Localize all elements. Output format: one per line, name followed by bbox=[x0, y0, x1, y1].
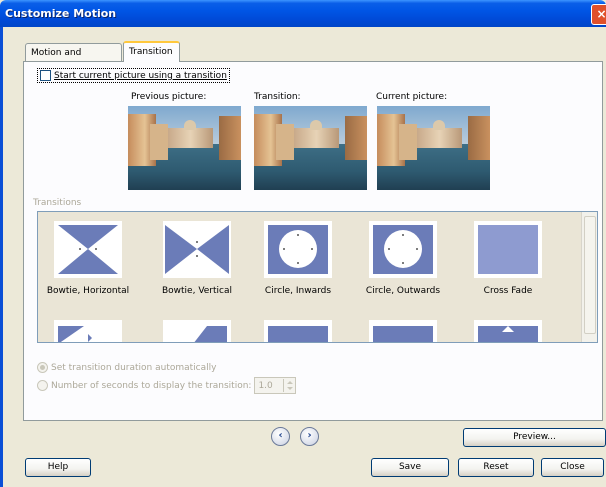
auto-duration-radio[interactable]: Set transition duration automatically bbox=[37, 362, 216, 373]
bowtie-horizontal-icon bbox=[58, 225, 118, 274]
transition-tile-bowtie-vertical[interactable] bbox=[163, 221, 231, 278]
transition-label-bowtie-vertical[interactable]: Bowtie, Vertical bbox=[150, 286, 244, 296]
previous-picture-image bbox=[128, 106, 241, 190]
save-button[interactable]: Save bbox=[371, 458, 449, 477]
tab-transition[interactable]: Transition bbox=[123, 41, 180, 62]
transition-label-circle-inwards[interactable]: Circle, Inwards bbox=[251, 286, 345, 296]
transition-label-cross-fade[interactable]: Cross Fade bbox=[461, 286, 555, 296]
transitions-gallery[interactable]: Bowtie, Horizontal Bowtie, Vertical Circ… bbox=[37, 211, 598, 343]
manual-duration-label: Number of seconds to display the transit… bbox=[51, 380, 252, 391]
transition-tile-row2-5[interactable] bbox=[474, 320, 542, 342]
radio-button[interactable] bbox=[37, 362, 48, 373]
close-button[interactable]: Close bbox=[541, 458, 604, 477]
stepper-arrows-icon[interactable] bbox=[283, 379, 295, 392]
current-picture-label: Current picture: bbox=[376, 92, 448, 102]
seconds-stepper[interactable]: 1.0 bbox=[254, 377, 297, 394]
close-icon[interactable]: × bbox=[591, 4, 606, 25]
tab-motion-and-duration[interactable]: Motion and Duration bbox=[25, 43, 122, 76]
transitions-section-label: Transitions bbox=[33, 198, 82, 208]
window-title: Customize Motion bbox=[5, 7, 117, 20]
previous-picture-label: Previous picture: bbox=[131, 92, 207, 102]
transition-tile-row2-2[interactable] bbox=[163, 320, 231, 342]
transition-tile-cross-fade[interactable] bbox=[474, 221, 542, 278]
transition-preview-label: Transition: bbox=[254, 92, 301, 102]
current-picture-image bbox=[377, 106, 490, 190]
auto-duration-label: Set transition duration automatically bbox=[51, 362, 217, 373]
cross-fade-icon bbox=[478, 225, 538, 274]
checkbox-box[interactable] bbox=[40, 70, 51, 81]
transition-tile-circle-outwards[interactable] bbox=[369, 221, 437, 278]
transition-preview-image bbox=[254, 106, 367, 190]
scrollbar-thumb[interactable] bbox=[584, 216, 596, 334]
transition-tile-row2-4[interactable] bbox=[369, 320, 437, 342]
preview-button[interactable]: Preview... bbox=[463, 428, 606, 447]
seconds-value[interactable]: 1.0 bbox=[255, 381, 283, 391]
transition-tile-bowtie-horizontal[interactable] bbox=[54, 221, 122, 278]
title-bar: Customize Motion × bbox=[0, 0, 606, 27]
bowtie-vertical-icon bbox=[165, 225, 229, 274]
radio-button[interactable] bbox=[37, 380, 48, 391]
next-picture-button[interactable]: › bbox=[300, 427, 319, 446]
transition-tile-circle-inwards[interactable] bbox=[264, 221, 332, 278]
window-frame bbox=[0, 27, 3, 487]
transition-tile-row2-1[interactable] bbox=[54, 320, 122, 342]
circle-outwards-icon bbox=[373, 225, 433, 274]
circle-inwards-icon bbox=[268, 225, 328, 274]
start-transition-label: Start current picture using a transition bbox=[54, 70, 227, 81]
help-button[interactable]: Help bbox=[25, 458, 91, 477]
transition-label-bowtie-horizontal[interactable]: Bowtie, Horizontal bbox=[41, 286, 135, 296]
previous-picture-button[interactable]: ‹ bbox=[271, 427, 290, 446]
start-transition-checkbox[interactable]: Start current picture using a transition bbox=[37, 68, 230, 83]
reset-button[interactable]: Reset bbox=[458, 458, 534, 477]
manual-duration-radio[interactable]: Number of seconds to display the transit… bbox=[37, 377, 297, 394]
transition-tile-row2-3[interactable] bbox=[264, 320, 332, 342]
gallery-scrollbar[interactable] bbox=[581, 212, 597, 342]
transition-label-circle-outwards[interactable]: Circle, Outwards bbox=[356, 286, 450, 296]
